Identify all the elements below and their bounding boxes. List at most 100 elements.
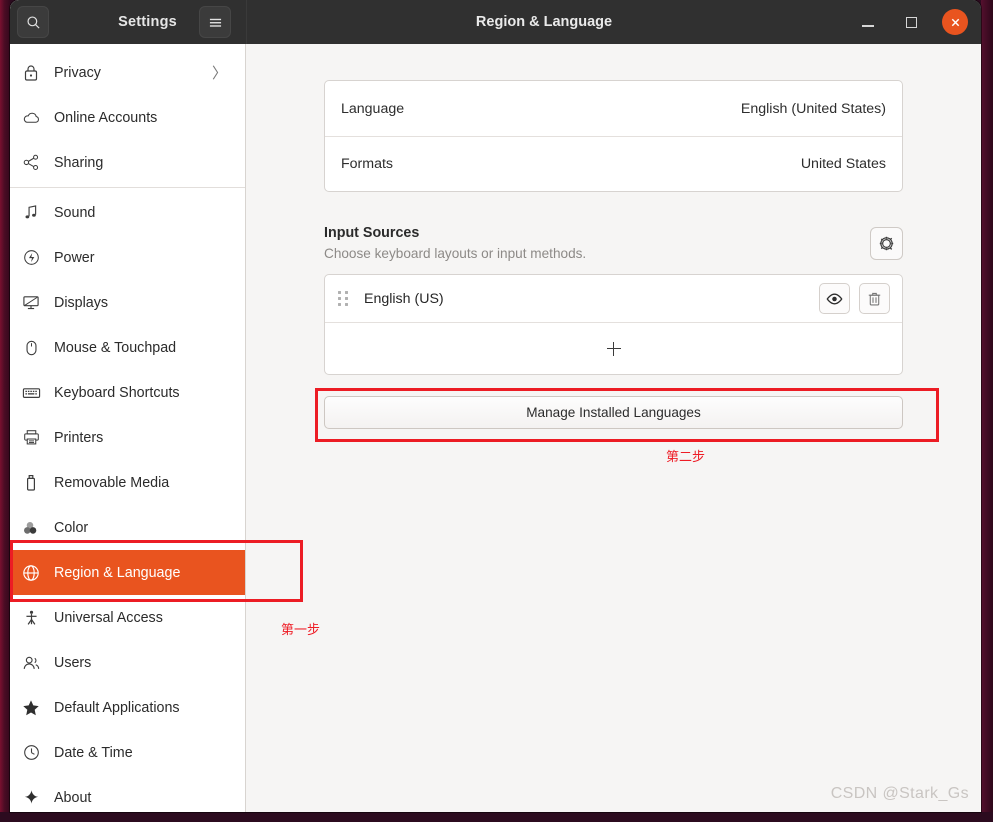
gear-icon <box>879 236 894 251</box>
input-sources-header: Input Sources Choose keyboard layouts or… <box>324 225 903 261</box>
hamburger-menu-icon <box>209 18 221 27</box>
clock-icon <box>16 744 46 761</box>
drag-handle-icon[interactable] <box>338 291 348 306</box>
sidebar-item-label: Displays <box>54 294 109 311</box>
sidebar-item-label: Removable Media <box>54 474 170 491</box>
sidebar-item-displays[interactable]: Displays <box>10 280 245 325</box>
add-input-source-button[interactable] <box>325 323 902 374</box>
sidebar-item-power[interactable]: Power <box>10 235 245 280</box>
color-circles-icon <box>16 520 46 536</box>
language-label: Language <box>341 100 405 117</box>
sidebar-item-label: Mouse & Touchpad <box>54 339 177 356</box>
sidebar-item-label: Color <box>54 519 89 536</box>
sidebar-item-printers[interactable]: Printers <box>10 415 245 460</box>
input-sources-subtitle: Choose keyboard layouts or input methods… <box>324 246 587 261</box>
lock-icon <box>16 64 46 82</box>
maximize-button[interactable] <box>899 10 923 34</box>
content-inner: Language English (United States) Formats… <box>324 80 903 429</box>
input-source-name: English (US) <box>364 290 444 307</box>
sidebar-item-label: Printers <box>54 429 104 446</box>
annotation-label-step-one: 第一步 <box>281 622 321 637</box>
watermark: CSDN @Stark_Gs <box>830 785 969 802</box>
window-body: Privacy 〉 Online Accounts Sharing Sound … <box>10 44 981 812</box>
sidebar-item-label: Power <box>54 249 95 266</box>
search-button[interactable] <box>17 6 49 38</box>
sidebar-item-default-applications[interactable]: Default Applications <box>10 685 245 730</box>
sidebar-item-about[interactable]: About <box>10 775 245 812</box>
sidebar-item-label: Universal Access <box>54 609 163 626</box>
input-source-row[interactable]: English (US) <box>325 275 902 323</box>
sidebar-item-privacy[interactable]: Privacy 〉 <box>10 50 245 95</box>
annotation-label-step-two: 第二步 <box>666 449 706 464</box>
formats-row[interactable]: Formats United States <box>325 136 902 191</box>
sidebar-item-sound[interactable]: Sound <box>10 190 245 235</box>
sidebar-item-keyboard-shortcuts[interactable]: Keyboard Shortcuts <box>10 370 245 415</box>
users-icon <box>16 655 46 671</box>
sidebar-divider <box>10 187 245 188</box>
desktop-background-right <box>981 0 993 822</box>
sidebar-item-label: Region & Language <box>54 564 181 581</box>
language-row[interactable]: Language English (United States) <box>325 81 902 136</box>
preview-layout-button[interactable] <box>819 283 850 314</box>
input-sources-title: Input Sources <box>324 225 420 241</box>
manage-installed-languages-button[interactable]: Manage Installed Languages <box>324 396 903 429</box>
sidebar-item-label: Date & Time <box>54 744 133 761</box>
input-sources-list: English (US) <box>324 274 903 375</box>
chevron-right-icon: 〉 <box>211 65 227 82</box>
sidebar-item-online-accounts[interactable]: Online Accounts <box>10 95 245 140</box>
main-content: Language English (United States) Formats… <box>246 44 981 812</box>
sidebar-item-label: Sound <box>54 204 96 221</box>
search-icon <box>26 15 40 29</box>
titlebar-main-section: Region & Language <box>247 0 981 44</box>
mouse-icon <box>16 339 46 357</box>
sidebar-item-universal-access[interactable]: Universal Access <box>10 595 245 640</box>
settings-window: Settings Region & Language Privacy 〉 Onl… <box>10 0 981 812</box>
main-menu-button[interactable] <box>199 6 231 38</box>
sparkle-icon <box>16 789 46 806</box>
sidebar-item-mouse-touchpad[interactable]: Mouse & Touchpad <box>10 325 245 370</box>
power-icon <box>16 249 46 266</box>
sidebar-item-label: About <box>54 789 92 806</box>
sidebar-item-region-language[interactable]: Region & Language <box>10 550 245 595</box>
plus-icon <box>606 341 621 356</box>
input-sources-options-button[interactable] <box>870 227 903 260</box>
desktop-background-bottom <box>0 812 993 822</box>
titlebar-sidebar-section: Settings <box>10 0 246 44</box>
sidebar-item-label: Keyboard Shortcuts <box>54 384 180 401</box>
trash-icon <box>868 292 881 305</box>
sidebar-item-color[interactable]: Color <box>10 505 245 550</box>
keyboard-icon <box>16 386 46 400</box>
minimize-icon <box>862 25 874 27</box>
language-formats-card: Language English (United States) Formats… <box>324 80 903 192</box>
sidebar-item-date-time[interactable]: Date & Time <box>10 730 245 775</box>
sidebar-item-users[interactable]: Users <box>10 640 245 685</box>
remove-input-source-button[interactable] <box>859 283 890 314</box>
accessibility-icon <box>16 609 46 627</box>
maximize-icon <box>905 16 917 28</box>
titlebar: Settings Region & Language <box>10 0 981 44</box>
printer-icon <box>16 429 46 446</box>
sidebar-item-label: Users <box>54 654 92 671</box>
eye-icon <box>826 293 843 304</box>
monitor-icon <box>16 294 46 311</box>
usb-drive-icon <box>16 474 46 492</box>
globe-icon <box>16 564 46 582</box>
minimize-button[interactable] <box>856 10 880 34</box>
share-nodes-icon <box>16 154 46 171</box>
desktop-background-left <box>0 0 10 822</box>
input-source-actions <box>819 283 890 314</box>
sidebar-item-removable-media[interactable]: Removable Media <box>10 460 245 505</box>
sidebar-item-sharing[interactable]: Sharing <box>10 140 245 185</box>
sidebar-item-label: Sharing <box>54 154 104 171</box>
formats-label: Formats <box>341 156 394 172</box>
cloud-icon <box>16 111 46 125</box>
sidebar-item-label: Privacy <box>54 64 101 81</box>
settings-sidebar: Privacy 〉 Online Accounts Sharing Sound … <box>10 44 246 812</box>
window-controls <box>856 9 968 35</box>
sidebar-item-label: Default Applications <box>54 699 180 716</box>
close-icon <box>951 18 959 26</box>
close-button[interactable] <box>942 9 968 35</box>
language-value: English (United States) <box>740 100 886 117</box>
formats-value: United States <box>800 156 886 172</box>
sidebar-item-label: Online Accounts <box>54 109 158 126</box>
